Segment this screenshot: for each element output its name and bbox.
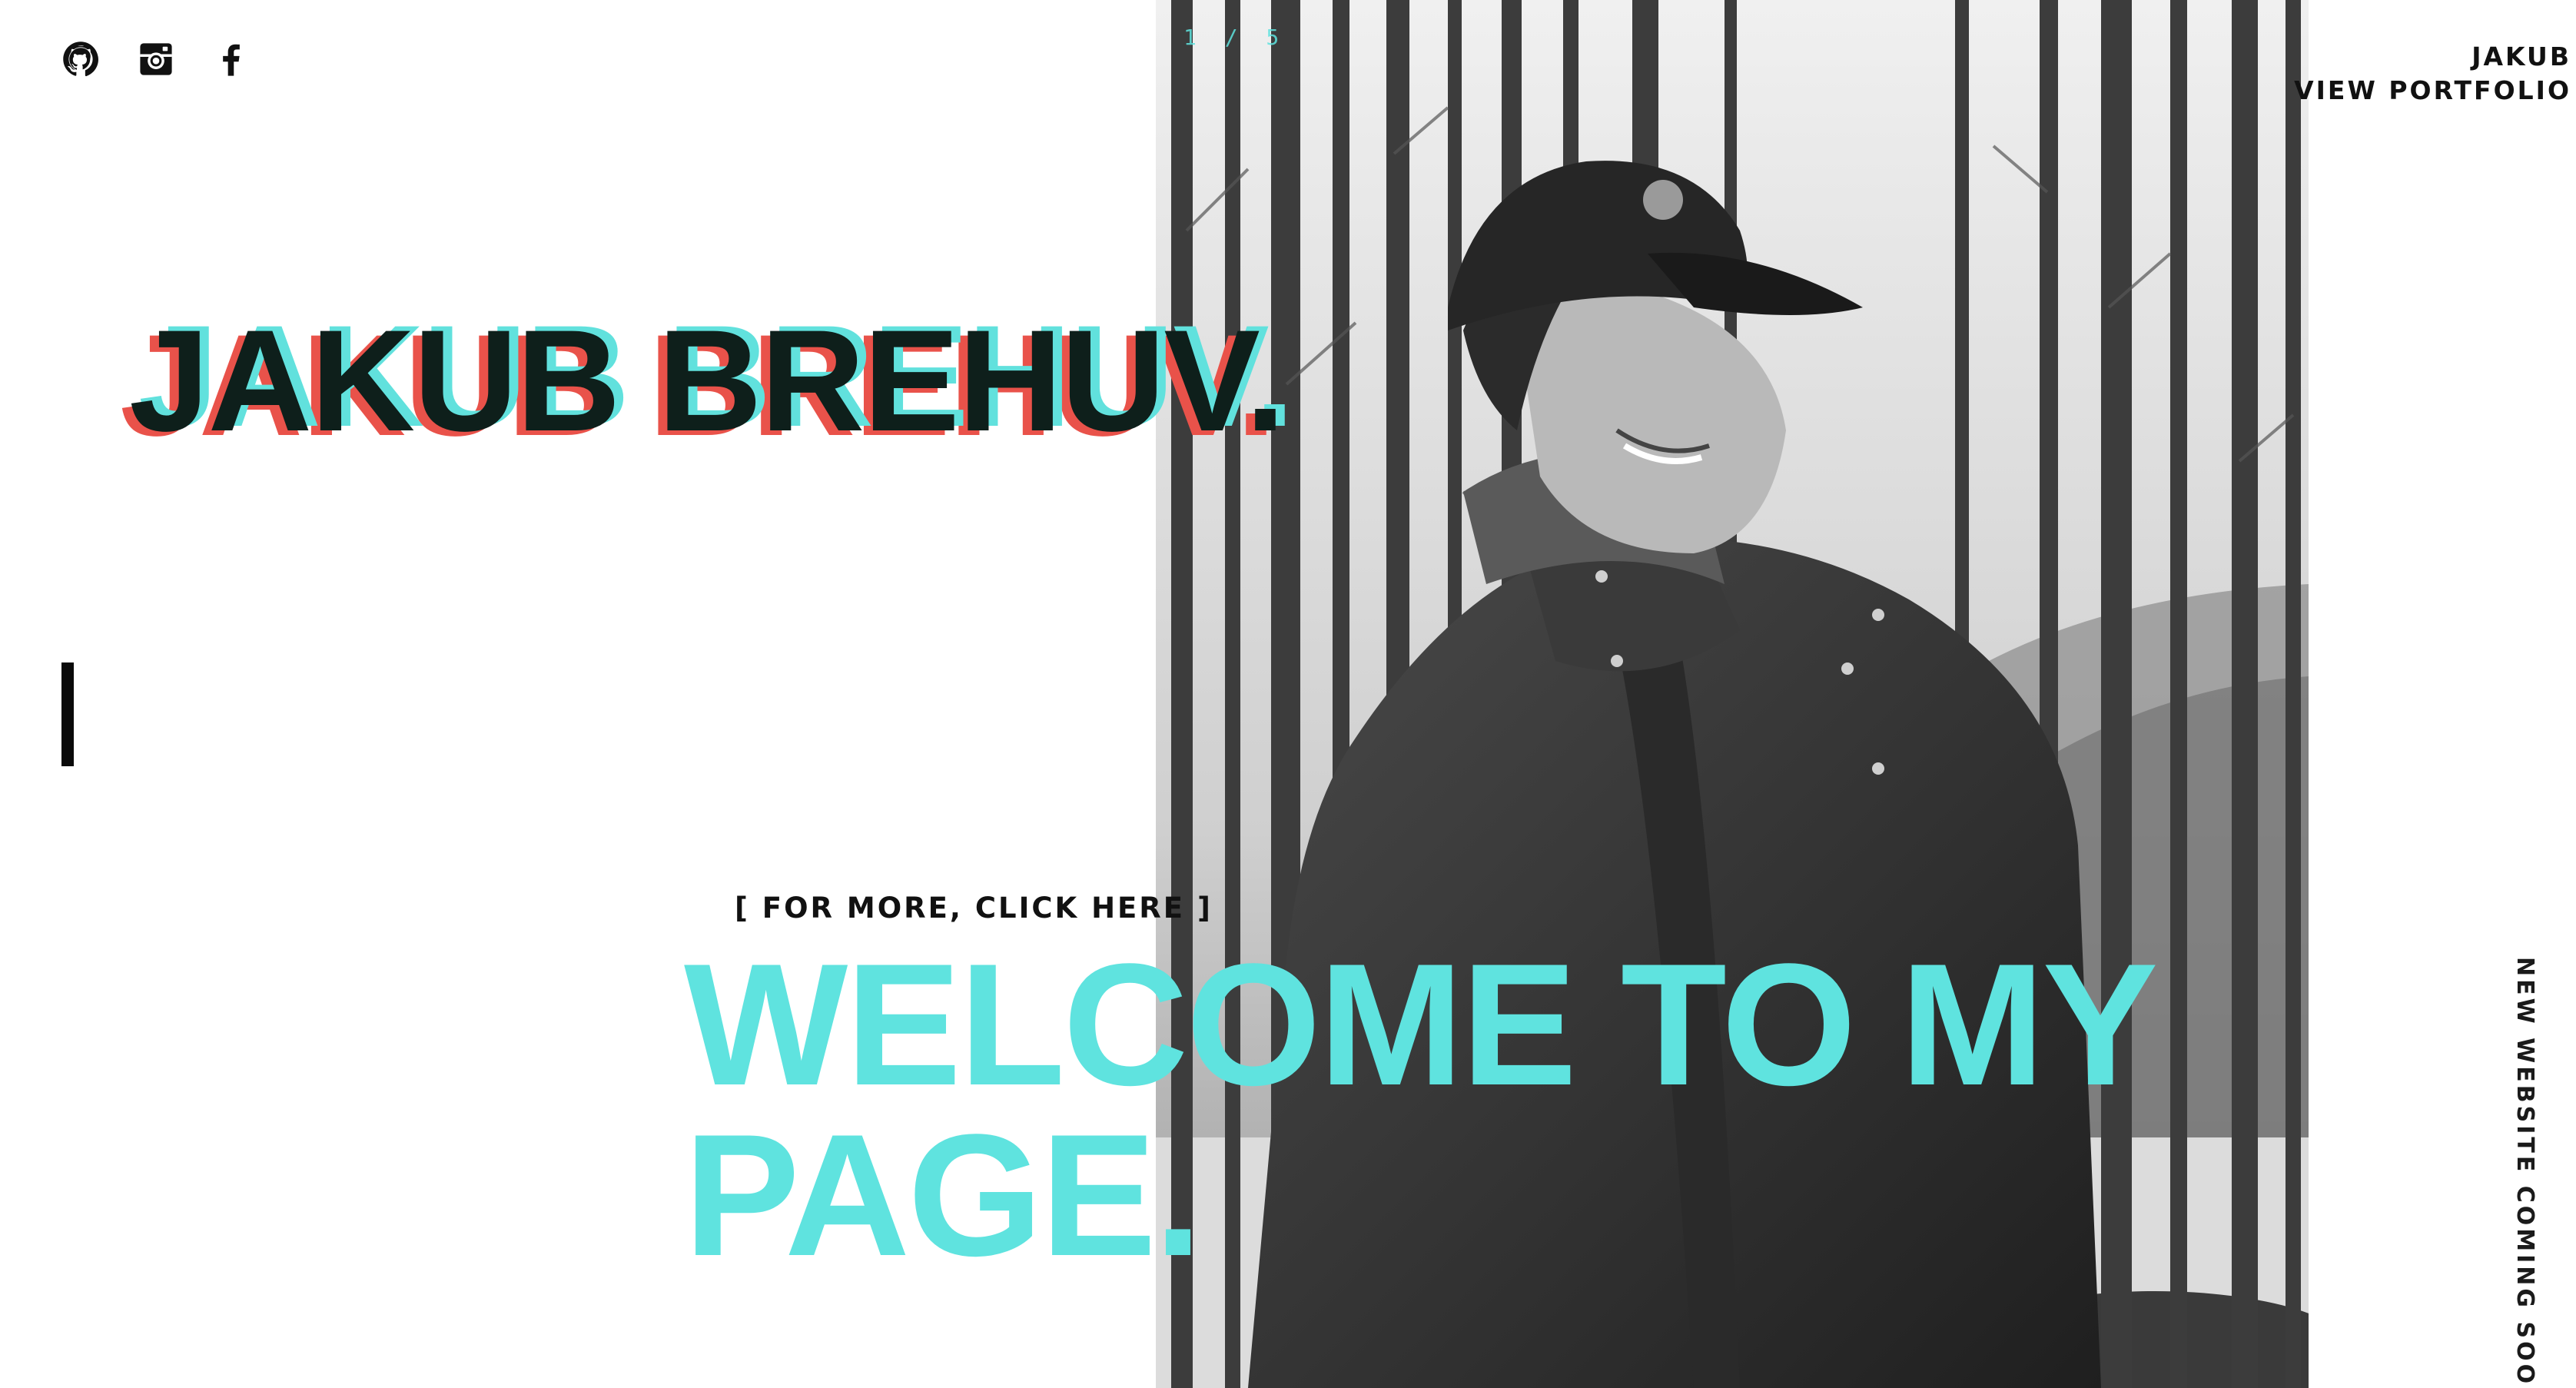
more-info-link[interactable]: [ FOR MORE, CLICK HERE ] bbox=[735, 892, 1213, 925]
view-portfolio-link[interactable]: VIEW PORTFOLIO bbox=[2294, 74, 2571, 108]
page: 1 / 5 JAKUB VIEW PORTFOLIO NEW WEBSITE C… bbox=[0, 0, 2576, 1388]
instagram-link[interactable] bbox=[134, 37, 178, 81]
hero-name-text: JAKUB BREHUV. bbox=[129, 300, 1286, 461]
social-links bbox=[58, 37, 254, 81]
top-right-nav: JAKUB VIEW PORTFOLIO bbox=[2294, 40, 2571, 108]
facebook-icon bbox=[223, 44, 240, 76]
github-icon bbox=[63, 42, 98, 77]
facebook-link[interactable] bbox=[209, 37, 254, 81]
instagram-icon bbox=[140, 43, 172, 75]
coming-soon-note: NEW WEBSITE COMING SOON bbox=[2511, 957, 2538, 1388]
welcome-line-1: WELCOME TO MY bbox=[684, 927, 2158, 1121]
welcome-line-2: PAGE. bbox=[684, 1097, 1203, 1292]
slide-counter: 1 / 5 bbox=[1183, 25, 1287, 50]
text-cursor bbox=[61, 662, 74, 766]
github-link[interactable] bbox=[58, 37, 103, 81]
welcome-heading: WELCOME TO MY PAGE. bbox=[684, 927, 2298, 1292]
brand-name-link[interactable]: JAKUB bbox=[2294, 40, 2571, 74]
hero-name: JAKUB BREHUV. JAKUB BREHUV. JAKUB BREHUV… bbox=[120, 300, 1359, 461]
